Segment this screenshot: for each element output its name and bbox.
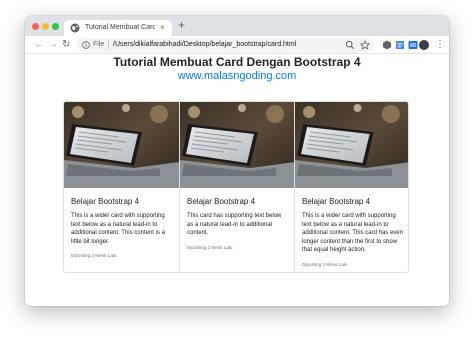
globe-icon: [70, 23, 80, 33]
reload-button[interactable]: ↻: [62, 38, 70, 52]
card-text: This is a wider card with supporting tex…: [302, 213, 403, 254]
card-posted-time: Diposting 2 Menit Lalu: [71, 253, 117, 259]
tab-bar: Tutorial Membuat Card Dengan Bootstrap 4…: [25, 16, 449, 36]
menu-icon[interactable]: ⋮: [435, 38, 445, 52]
extension-docs-icon[interactable]: [395, 40, 405, 50]
zoom-icon[interactable]: [345, 40, 355, 50]
card: Belajar Bootstrap 4 This is a wider card…: [64, 102, 179, 272]
tab-close-icon[interactable]: ×: [160, 23, 165, 33]
card-image: [295, 102, 408, 188]
card-posted-time: Diposting 2 Menit Lalu: [302, 261, 348, 267]
card-title: Belajar Bootstrap 4: [302, 197, 371, 206]
extension-grid-icon[interactable]: [408, 40, 418, 50]
browser-window: Tutorial Membuat Card Dengan Bootstrap 4…: [25, 16, 449, 306]
card-body: Belajar Bootstrap 4 This is a wider card…: [64, 188, 179, 259]
forward-button[interactable]: →: [48, 38, 58, 52]
browser-toolbar: ← → ↻ File /Users/dikialfarabihadi/Deskt…: [25, 36, 449, 54]
site-link[interactable]: www.malasngoding.com: [25, 70, 449, 83]
card-image: [180, 102, 295, 188]
minimize-window-button[interactable]: [42, 23, 49, 30]
laptop-photo: [180, 102, 295, 188]
page-content: Tutorial Membuat Card Dengan Bootstrap 4…: [25, 54, 449, 306]
page-title: Tutorial Membuat Card Dengan Bootstrap 4: [113, 55, 361, 69]
address-bar[interactable]: File /Users/dikialfarabihadi/Desktop/bel…: [77, 38, 373, 52]
card: Belajar Bootstrap 4 This card has suppor…: [179, 102, 295, 272]
card-text: This is a wider card with supporting tex…: [71, 213, 165, 245]
extension-hexagon-icon[interactable]: [382, 40, 392, 50]
bookmark-star-icon[interactable]: [360, 40, 370, 50]
tab-title: Tutorial Membuat Card Dengan Bootstrap 4: [85, 24, 155, 31]
new-tab-button[interactable]: +: [178, 19, 185, 32]
info-icon[interactable]: [82, 41, 90, 49]
card-title: Belajar Bootstrap 4: [71, 197, 140, 206]
card-body: Belajar Bootstrap 4 This is a wider card…: [295, 188, 408, 268]
laptop-photo: [295, 102, 408, 188]
card-image: [64, 102, 179, 188]
url-scheme: File: [93, 41, 105, 48]
card-title: Belajar Bootstrap 4: [187, 197, 256, 206]
profile-avatar[interactable]: [419, 40, 429, 50]
card-body: Belajar Bootstrap 4 This card has suppor…: [180, 188, 295, 251]
close-window-button[interactable]: [32, 23, 39, 30]
url-text[interactable]: /Users/dikialfarabihadi/Desktop/belajar_…: [113, 40, 296, 50]
omnibox-divider: [108, 41, 109, 49]
card-text: This card has supporting text below as a…: [187, 213, 282, 237]
back-button[interactable]: ←: [34, 38, 44, 52]
browser-tab[interactable]: Tutorial Membuat Card Dengan Bootstrap 4…: [64, 20, 172, 36]
card-deck: Belajar Bootstrap 4 This is a wider card…: [63, 101, 409, 273]
card: Belajar Bootstrap 4 This is a wider card…: [294, 102, 408, 272]
maximize-window-button[interactable]: [52, 23, 59, 30]
card-posted-time: Diposting 2 Menit Lalu: [187, 244, 233, 250]
laptop-photo: [64, 102, 179, 188]
